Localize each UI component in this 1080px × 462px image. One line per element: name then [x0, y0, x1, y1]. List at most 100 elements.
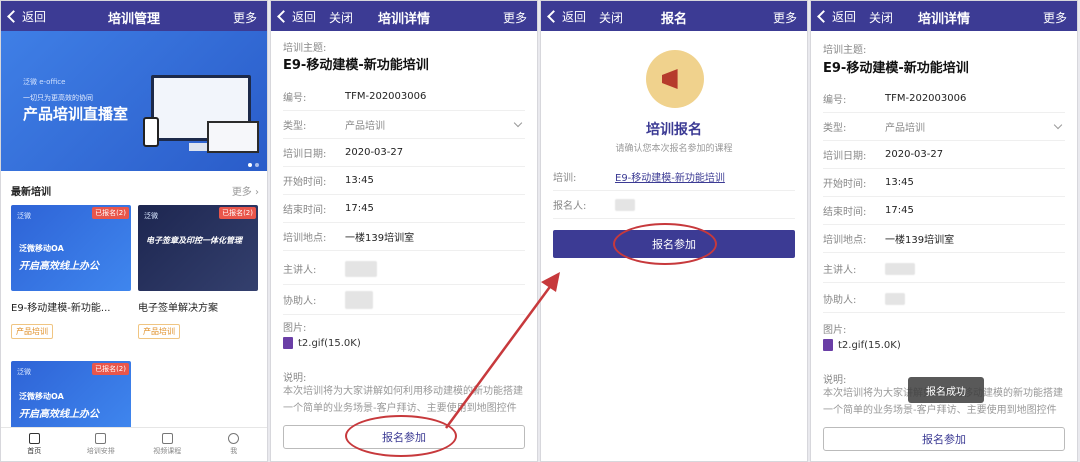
- registration-title: 培训报名: [646, 122, 702, 138]
- card-thumb-title: 泛微移动OA: [19, 392, 64, 401]
- card-thumbnail: 泛微 已报名(2) 泛微移动OA 开启高效线上办公: [11, 205, 131, 291]
- field-value: 一楼139培训室: [885, 235, 955, 246]
- field-label: 编号:: [823, 95, 847, 106]
- redacted-value: [615, 198, 635, 211]
- file-icon: [283, 337, 293, 349]
- registration-subtitle: 请确认您本次报名参加的课程: [615, 144, 733, 154]
- banner-slogan: 一切只为更高效的协同: [23, 94, 93, 102]
- field-value: 13:45: [885, 177, 914, 188]
- card-logo: 泛微: [17, 368, 31, 376]
- tab-label: 首页: [27, 447, 42, 455]
- phone-illustration: [143, 117, 159, 147]
- field-row: 协助人:: [283, 285, 525, 315]
- field-label: 培训:: [553, 173, 577, 184]
- carousel-dot[interactable]: [255, 163, 259, 167]
- banner-headline: 产品培训直播室: [23, 105, 129, 123]
- field-row: 培训日期: 2020-03-27: [283, 139, 525, 167]
- field-value: 产品培训: [885, 123, 925, 134]
- section-more-link[interactable]: 更多 ›: [232, 183, 259, 198]
- field-row-type[interactable]: 类型: 产品培训: [283, 111, 525, 139]
- field-row: 编号: TFM-202003006: [823, 85, 1065, 113]
- registrant-row: 报名人:: [553, 191, 795, 219]
- training-card[interactable]: 泛微 已报名(2) 泛微移动OA 开启高效线上办公 E9-移动建模-新功能...…: [11, 205, 131, 339]
- desc-label: 说明:: [823, 375, 847, 386]
- more-button[interactable]: 更多: [1043, 9, 1067, 26]
- field-label: 培训日期:: [823, 151, 867, 162]
- field-row: 培训地点: 一楼139培训室: [283, 223, 525, 251]
- training-link[interactable]: E9-移动建模-新功能培训: [615, 169, 725, 184]
- registered-badge: 已报名(2): [92, 207, 129, 219]
- file-name: t2.gif(15.0K): [838, 339, 901, 351]
- field-row: 结束时间: 17:45: [823, 197, 1065, 225]
- file-icon: [823, 339, 833, 351]
- field-label: 协助人:: [283, 296, 317, 307]
- field-value: 17:45: [885, 205, 914, 216]
- field-row: 结束时间: 17:45: [283, 195, 525, 223]
- banner-carousel[interactable]: 泛微 e-office 一切只为更高效的协同 产品培训直播室: [1, 31, 267, 171]
- more-button[interactable]: 更多: [503, 9, 527, 26]
- topic-value: E9-移动建模-新功能培训: [823, 61, 969, 76]
- chevron-down-icon: [1053, 120, 1063, 130]
- card-title: E9-移动建模-新功能...: [11, 303, 111, 314]
- card-logo: 泛微: [17, 212, 31, 220]
- tab-home[interactable]: 首页: [1, 428, 68, 461]
- nav-bar: 返回 关闭 培训详情 更多: [271, 1, 537, 31]
- field-label: 结束时间:: [823, 207, 867, 218]
- field-row: 协助人:: [823, 285, 1065, 313]
- training-card[interactable]: 泛微 已报名(2) 电子签章及印控一体化管理 电子签单解决方案 产品培训: [138, 205, 258, 339]
- training-card[interactable]: 泛微 已报名(2) 泛微移动OA 开启高效线上办公: [11, 361, 131, 429]
- topic-label: 培训主题:: [283, 43, 327, 54]
- field-label: 报名人:: [553, 201, 587, 212]
- field-row-type[interactable]: 类型: 产品培训: [823, 113, 1065, 141]
- field-label: 结束时间:: [283, 205, 327, 216]
- redacted-value: [345, 290, 373, 309]
- topic-label: 培训主题:: [823, 45, 867, 56]
- carousel-dots: [248, 163, 259, 167]
- field-value: 2020-03-27: [885, 149, 944, 160]
- tab-me[interactable]: 我: [201, 428, 268, 461]
- register-button[interactable]: 报名参加: [823, 427, 1065, 451]
- training-row: 培训: E9-移动建模-新功能培训: [553, 163, 795, 191]
- image-label: 图片:: [283, 323, 307, 334]
- category-tag: 产品培训: [138, 324, 180, 339]
- laptop-illustration: [207, 121, 259, 153]
- card-title: 电子签单解决方案: [138, 303, 218, 314]
- schedule-icon: [95, 433, 107, 444]
- nav-bar: 返回 关闭 培训详情 更多: [811, 1, 1077, 31]
- field-label: 类型:: [823, 123, 847, 134]
- banner-brand: 泛微 e-office: [23, 78, 66, 86]
- registered-badge: 已报名(2): [219, 207, 256, 219]
- image-label: 图片:: [823, 325, 847, 336]
- megaphone-icon: [646, 50, 704, 108]
- more-button[interactable]: 更多: [773, 9, 797, 26]
- field-label: 类型:: [283, 121, 307, 132]
- tab-label: 我: [230, 447, 238, 455]
- tab-schedule[interactable]: 培训安排: [68, 428, 135, 461]
- video-icon: [161, 433, 173, 444]
- card-thumb-title: 电子签章及印控一体化管理: [146, 236, 242, 245]
- description-text: 本次培训将为大家讲解如何利用移动建模的新功能搭建一个简单的业务场景-客户拜访、主…: [283, 386, 523, 414]
- field-label: 协助人:: [823, 295, 857, 306]
- tab-video[interactable]: 视频课程: [134, 428, 201, 461]
- screenshot-stage: 返回 培训管理 更多 泛微 e-office 一切只为更高效的协同 产品培训直播…: [0, 0, 1080, 462]
- field-label: 主讲人:: [283, 265, 317, 276]
- panel-registration: 返回 关闭 报名 更多 培训报名 请确认您本次报名参加的课程 培训: E9-移动建…: [540, 0, 808, 462]
- annotation-ellipse: [613, 223, 717, 265]
- section-more-label: 更多: [231, 187, 252, 198]
- field-row: 培训地点: 一楼139培训室: [823, 225, 1065, 253]
- attachment-file[interactable]: t2.gif(15.0K): [823, 339, 901, 351]
- card-thumbnail: 泛微 已报名(2) 电子签章及印控一体化管理: [138, 205, 258, 291]
- card-thumb-slogan: 开启高效线上办公: [19, 409, 99, 420]
- panel-training-detail-success: 返回 关闭 培训详情 更多 培训主题: E9-移动建模-新功能培训 编号: TFM…: [810, 0, 1078, 462]
- card-thumb-title: 泛微移动OA: [19, 244, 64, 253]
- field-value: 13:45: [345, 175, 374, 186]
- more-button[interactable]: 更多: [233, 9, 257, 26]
- field-value: TFM-202003006: [885, 93, 967, 104]
- field-row: 主讲人:: [823, 255, 1065, 283]
- attachment-file[interactable]: t2.gif(15.0K): [283, 337, 361, 349]
- field-row: 培训日期: 2020-03-27: [823, 141, 1065, 169]
- panel-training-management: 返回 培训管理 更多 泛微 e-office 一切只为更高效的协同 产品培训直播…: [0, 0, 268, 462]
- redacted-value: [885, 262, 915, 275]
- section-header: 最新培训 更多 ›: [11, 183, 259, 198]
- carousel-dot-active[interactable]: [248, 163, 252, 167]
